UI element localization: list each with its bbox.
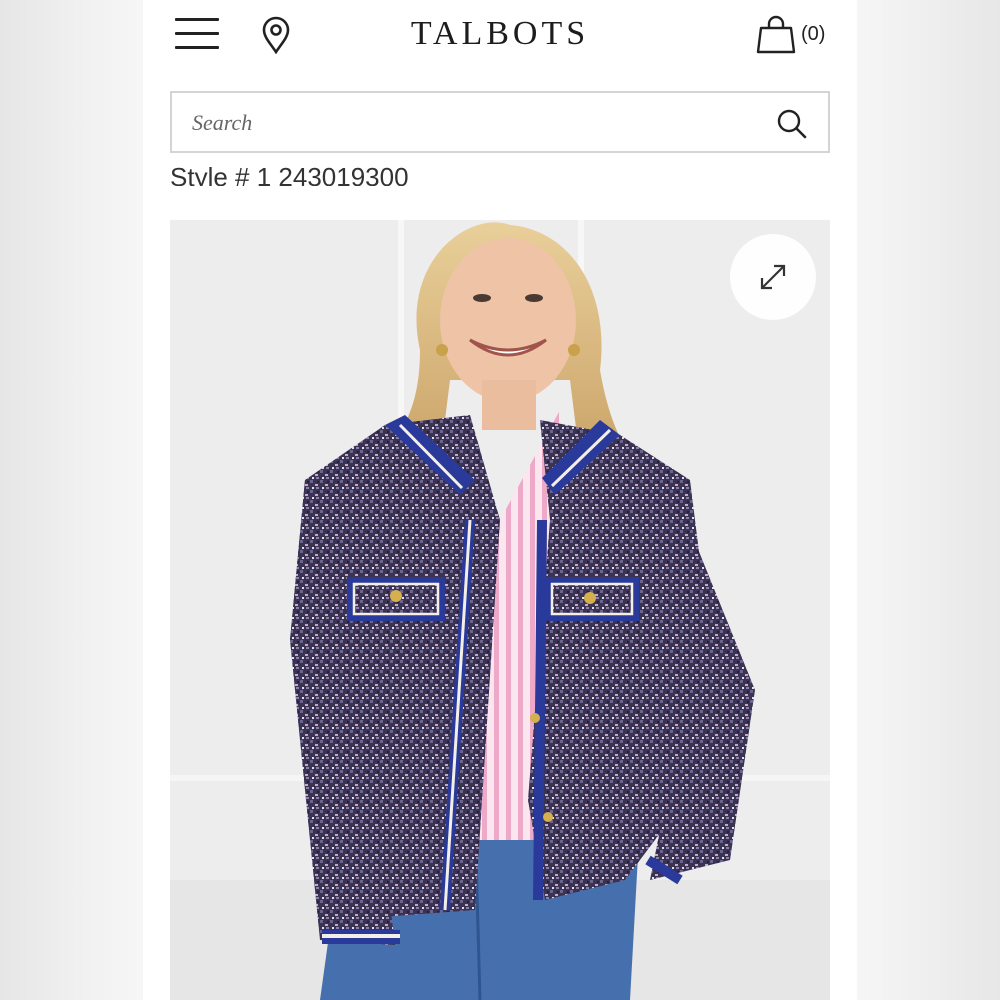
search-input[interactable]	[192, 105, 752, 141]
shopping-bag-icon[interactable]	[755, 14, 797, 54]
product-image[interactable]	[170, 220, 830, 1000]
style-number-text: Style # 1 243019300	[170, 162, 409, 186]
style-number: Style # 1 243019300	[170, 160, 570, 186]
right-margin	[857, 0, 1000, 1000]
product-page: TALBOTS (0) Style # 1 243019300	[143, 0, 857, 1000]
hamburger-menu-icon[interactable]	[175, 17, 219, 51]
expand-arrows-icon	[760, 264, 786, 290]
search-icon[interactable]	[776, 108, 808, 140]
map-pin-icon[interactable]	[261, 16, 291, 54]
cart-count[interactable]: (0)	[801, 20, 825, 48]
expand-image-button[interactable]	[730, 234, 816, 320]
brand-logo[interactable]: TALBOTS	[343, 14, 657, 54]
model-photo	[170, 220, 830, 1000]
left-margin	[0, 0, 143, 1000]
search-bar	[170, 91, 830, 153]
